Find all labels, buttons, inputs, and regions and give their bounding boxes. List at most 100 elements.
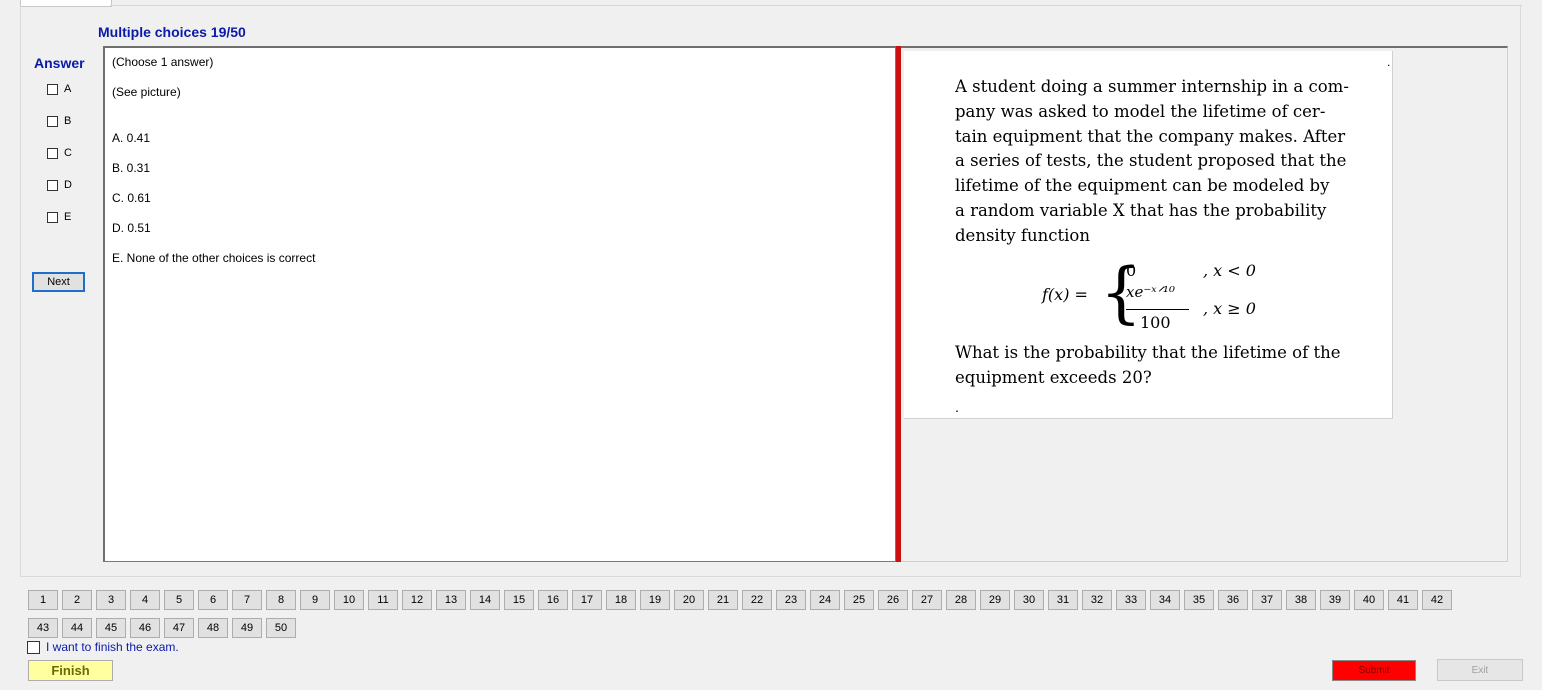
picture-line-7: density function bbox=[955, 226, 1090, 245]
fraction-bar bbox=[1126, 309, 1189, 310]
question-nav-button[interactable]: 27 bbox=[912, 590, 942, 610]
question-nav-button[interactable]: 26 bbox=[878, 590, 908, 610]
answer-option-e-label: E bbox=[64, 211, 72, 223]
answer-option-a-label: A bbox=[64, 83, 72, 95]
choice-b-text: B. 0.31 bbox=[112, 161, 151, 175]
question-nav-button[interactable]: 12 bbox=[402, 590, 432, 610]
question-nav-button[interactable]: 23 bbox=[776, 590, 806, 610]
question-nav-button[interactable]: 40 bbox=[1354, 590, 1384, 610]
picture-line-1: A student doing a summer internship in a… bbox=[955, 77, 1349, 96]
next-button[interactable]: Next bbox=[32, 272, 85, 292]
question-nav-button[interactable]: 24 bbox=[810, 590, 840, 610]
choice-c-text: C. 0.61 bbox=[112, 191, 151, 205]
formula-case0-cond: , x < 0 bbox=[1203, 261, 1256, 280]
formula-case0-value: 0 bbox=[1126, 261, 1137, 280]
checkbox-d[interactable] bbox=[47, 179, 58, 191]
question-nav-button[interactable]: 7 bbox=[232, 590, 262, 610]
question-nav-button[interactable]: 47 bbox=[164, 618, 194, 638]
question-nav-button[interactable]: 38 bbox=[1286, 590, 1316, 610]
picture-panel: . A student doing a summer internship in… bbox=[901, 46, 1508, 562]
question-nav-button[interactable]: 17 bbox=[572, 590, 602, 610]
question-nav-button[interactable]: 43 bbox=[28, 618, 58, 638]
checkbox-c[interactable] bbox=[47, 147, 58, 159]
choice-d-text: D. 0.51 bbox=[112, 221, 151, 235]
question-nav-button[interactable]: 6 bbox=[198, 590, 228, 610]
question-nav-button[interactable]: 1 bbox=[28, 590, 58, 610]
answer-option-b[interactable]: B bbox=[47, 115, 71, 127]
answer-label: Answer bbox=[34, 55, 85, 71]
formula-case1-cond: , x ≥ 0 bbox=[1203, 299, 1256, 318]
question-nav-button[interactable]: 25 bbox=[844, 590, 874, 610]
question-nav-button[interactable]: 16 bbox=[538, 590, 568, 610]
finish-exam-checkbox-box[interactable] bbox=[27, 640, 40, 654]
question-nav-button[interactable]: 13 bbox=[436, 590, 466, 610]
question-nav-button[interactable]: 31 bbox=[1048, 590, 1078, 610]
section-title: Multiple choices 19/50 bbox=[98, 24, 246, 40]
question-nav-button[interactable]: 10 bbox=[334, 590, 364, 610]
formula-lhs: f(x) = bbox=[1042, 285, 1088, 304]
choice-a-text: A. 0.41 bbox=[112, 131, 151, 145]
finish-exam-checkbox[interactable]: I want to finish the exam. bbox=[27, 640, 179, 654]
picture-corner-mark: . bbox=[1387, 55, 1391, 69]
question-nav-button[interactable]: 50 bbox=[266, 618, 296, 638]
picture-question: What is the probability that the lifetim… bbox=[955, 341, 1365, 391]
question-nav-button[interactable]: 14 bbox=[470, 590, 500, 610]
answer-option-c[interactable]: C bbox=[47, 147, 72, 159]
picture-line-6: a random variable X that has the probabi… bbox=[955, 201, 1327, 220]
finish-exam-checkbox-label: I want to finish the exam. bbox=[46, 640, 179, 654]
question-nav-button[interactable]: 29 bbox=[980, 590, 1010, 610]
question-nav-button[interactable]: 8 bbox=[266, 590, 296, 610]
exit-button[interactable]: Exit bbox=[1437, 659, 1523, 681]
question-nav-button[interactable]: 37 bbox=[1252, 590, 1282, 610]
question-nav-button[interactable]: 48 bbox=[198, 618, 228, 638]
question-nav-button[interactable]: 21 bbox=[708, 590, 738, 610]
picture-question-line-1: What is the probability that the lifetim… bbox=[955, 343, 1341, 362]
question-nav-button[interactable]: 45 bbox=[96, 618, 126, 638]
question-nav-button[interactable]: 42 bbox=[1422, 590, 1452, 610]
question-picture: . A student doing a summer internship in… bbox=[904, 51, 1393, 419]
question-nav-button[interactable]: 30 bbox=[1014, 590, 1044, 610]
question-nav-button[interactable]: 20 bbox=[674, 590, 704, 610]
question-nav-button[interactable]: 22 bbox=[742, 590, 772, 610]
formula-numerator: xe⁻ˣᐟ¹⁰ bbox=[1126, 283, 1175, 301]
checkbox-a[interactable] bbox=[47, 83, 58, 95]
question-nav-button[interactable]: 32 bbox=[1082, 590, 1112, 610]
picture-line-5: lifetime of the equipment can be modeled… bbox=[955, 176, 1330, 195]
question-note: (See picture) bbox=[112, 85, 181, 99]
picture-line-2: pany was asked to model the lifetime of … bbox=[955, 102, 1326, 121]
picture-question-line-2: equipment exceeds 20? bbox=[955, 367, 1152, 387]
question-nav-button[interactable]: 39 bbox=[1320, 590, 1350, 610]
question-nav-button[interactable]: 46 bbox=[130, 618, 160, 638]
question-nav-button[interactable]: 18 bbox=[606, 590, 636, 610]
submit-button[interactable]: Submit bbox=[1332, 660, 1416, 681]
question-nav-row-1: 1 2 3 4 5 6 7 8 9 10 11 12 13 14 15 16 17 18 19 20 21 22 23 24 2… bbox=[28, 590, 1456, 610]
checkbox-b[interactable] bbox=[47, 115, 58, 127]
question-nav-button[interactable]: 44 bbox=[62, 618, 92, 638]
answer-option-d[interactable]: D bbox=[47, 179, 72, 191]
question-nav-button[interactable]: 33 bbox=[1116, 590, 1146, 610]
question-nav-button[interactable]: 3 bbox=[96, 590, 126, 610]
question-nav-button[interactable]: 28 bbox=[946, 590, 976, 610]
finish-button[interactable]: Finish bbox=[28, 660, 113, 681]
answer-option-b-label: B bbox=[64, 115, 72, 127]
answer-option-a[interactable]: A bbox=[47, 83, 71, 95]
checkbox-e[interactable] bbox=[47, 211, 58, 223]
question-nav-button[interactable]: 11 bbox=[368, 590, 398, 610]
question-nav-button[interactable]: 9 bbox=[300, 590, 330, 610]
question-text-box[interactable]: (Choose 1 answer) (See picture) A. 0.41 … bbox=[103, 46, 896, 562]
question-nav-button[interactable]: 49 bbox=[232, 618, 262, 638]
question-nav-button[interactable]: 15 bbox=[504, 590, 534, 610]
question-instruction: (Choose 1 answer) bbox=[112, 55, 214, 69]
formula-denominator: 100 bbox=[1140, 313, 1171, 332]
question-nav-button[interactable]: 36 bbox=[1218, 590, 1248, 610]
question-nav-button[interactable]: 41 bbox=[1388, 590, 1418, 610]
question-nav-button[interactable]: 35 bbox=[1184, 590, 1214, 610]
question-nav-button[interactable]: 5 bbox=[164, 590, 194, 610]
question-nav-button[interactable]: 4 bbox=[130, 590, 160, 610]
choice-e-text: E. None of the other choices is correct bbox=[112, 251, 316, 265]
question-nav-button[interactable]: 19 bbox=[640, 590, 670, 610]
answer-option-e[interactable]: E bbox=[47, 211, 71, 223]
question-nav-button[interactable]: 2 bbox=[62, 590, 92, 610]
question-nav-button[interactable]: 34 bbox=[1150, 590, 1180, 610]
answer-option-d-label: D bbox=[64, 179, 72, 191]
